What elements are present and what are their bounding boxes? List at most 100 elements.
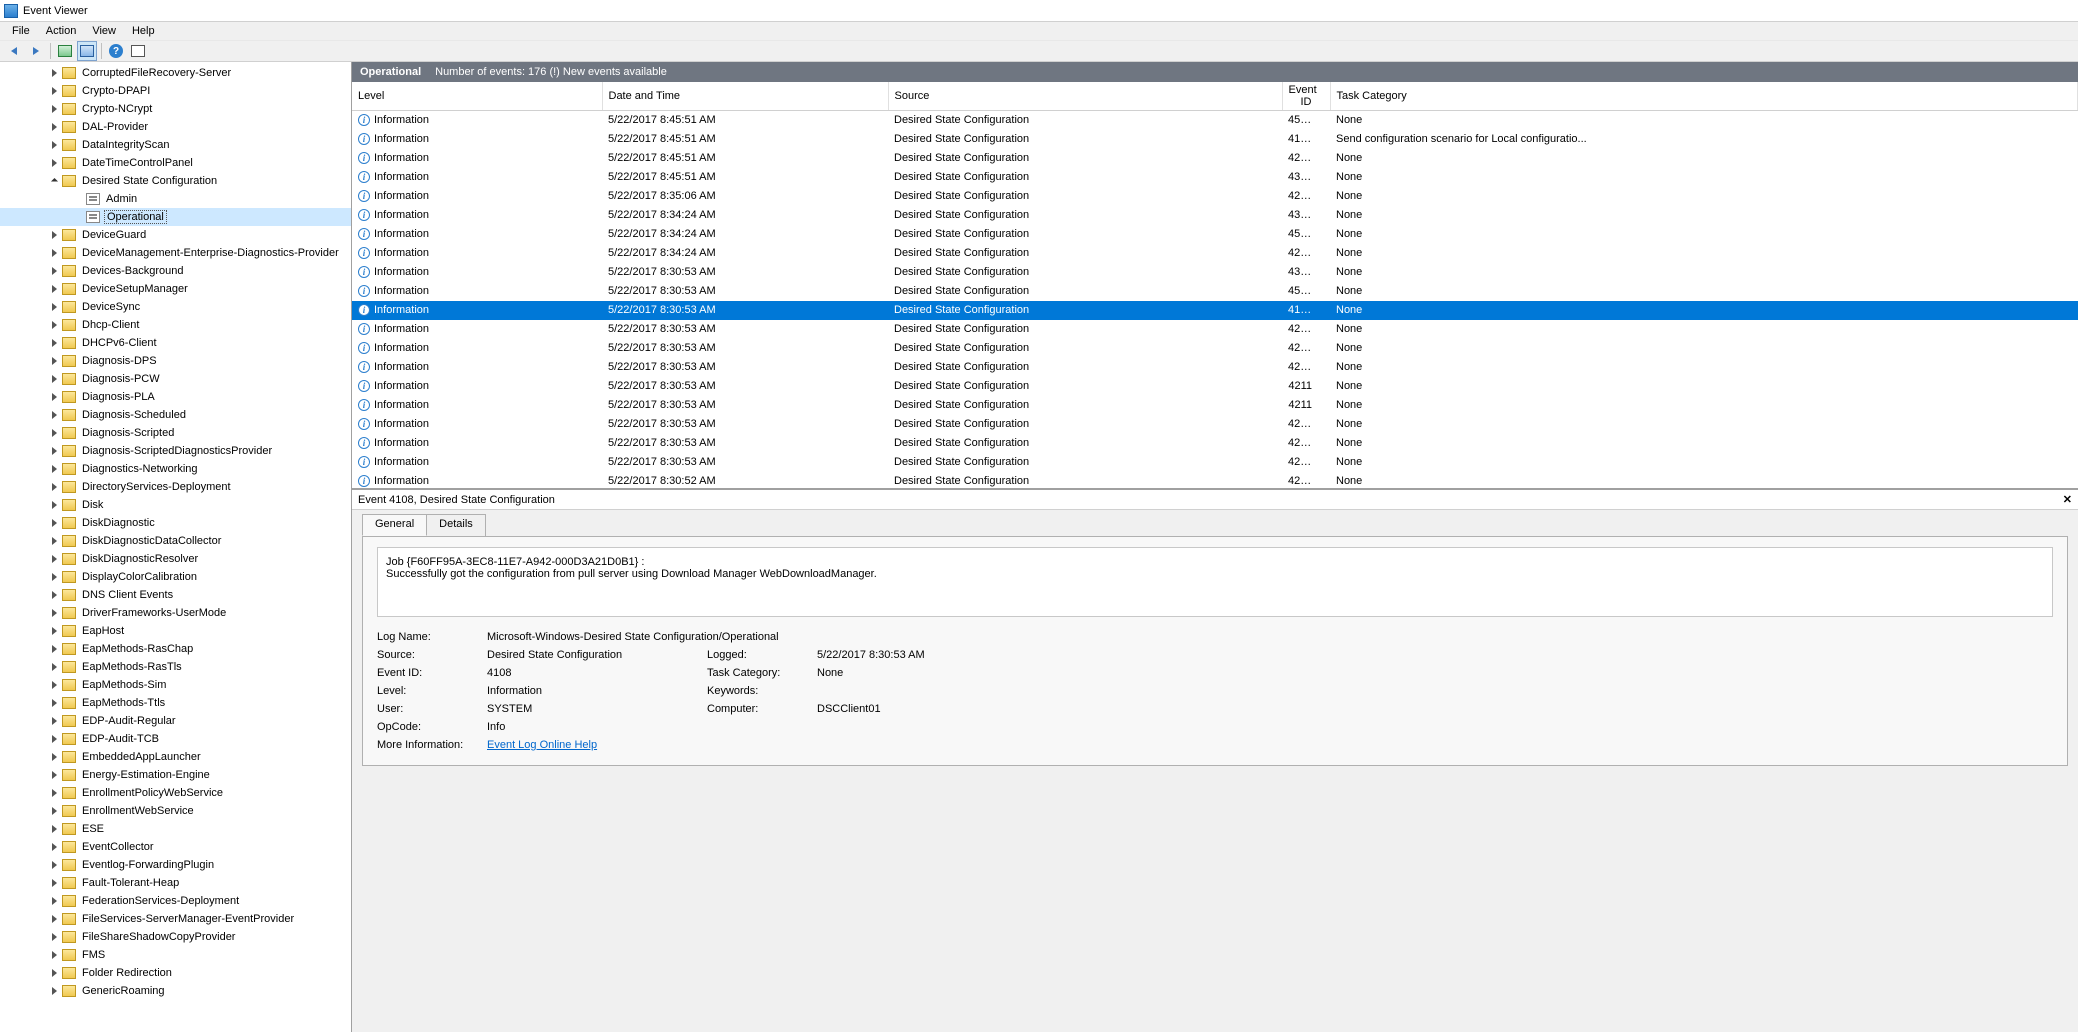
properties-button[interactable] [77,41,97,61]
tree-item[interactable]: EapMethods-RasTls [0,658,351,676]
table-row[interactable]: iInformation5/22/2017 8:30:53 AMDesired … [352,320,2078,339]
expand-icon[interactable] [48,391,60,403]
tree-item[interactable]: Energy-Estimation-Engine [0,766,351,784]
tree-item[interactable]: Desired State Configuration [0,172,351,190]
expand-icon[interactable] [48,607,60,619]
expand-icon[interactable] [48,337,60,349]
forward-button[interactable] [26,41,46,61]
tree-item[interactable]: EDP-Audit-TCB [0,730,351,748]
tree-item[interactable]: EapMethods-Ttls [0,694,351,712]
expand-icon[interactable] [48,679,60,691]
expand-icon[interactable] [48,535,60,547]
tree-item[interactable]: DeviceSetupManager [0,280,351,298]
expand-icon[interactable] [48,229,60,241]
expand-icon[interactable] [48,913,60,925]
table-row[interactable]: iInformation5/22/2017 8:45:51 AMDesired … [352,111,2078,130]
help-button[interactable]: ? [106,41,126,61]
tree-item[interactable]: EDP-Audit-Regular [0,712,351,730]
table-row[interactable]: iInformation5/22/2017 8:34:24 AMDesired … [352,244,2078,263]
tree-item[interactable]: DriverFrameworks-UserMode [0,604,351,622]
menu-action[interactable]: Action [38,24,85,38]
tree-item[interactable]: Eventlog-ForwardingPlugin [0,856,351,874]
table-row[interactable]: iInformation5/22/2017 8:30:53 AMDesired … [352,263,2078,282]
expand-icon[interactable] [48,643,60,655]
col-source[interactable]: Source [888,82,1282,111]
tree-item[interactable]: Dhcp-Client [0,316,351,334]
expand-icon[interactable] [48,157,60,169]
expand-icon[interactable] [48,823,60,835]
tree-item[interactable]: DisplayColorCalibration [0,568,351,586]
table-row[interactable]: iInformation5/22/2017 8:30:53 AMDesired … [352,301,2078,320]
expand-icon[interactable] [48,805,60,817]
expand-icon[interactable] [48,571,60,583]
tree-item[interactable]: DNS Client Events [0,586,351,604]
expand-icon[interactable] [48,751,60,763]
menu-view[interactable]: View [84,24,124,38]
tree-item[interactable]: FederationServices-Deployment [0,892,351,910]
expand-icon[interactable] [48,625,60,637]
tree-item[interactable]: DHCPv6-Client [0,334,351,352]
expand-icon[interactable] [48,373,60,385]
col-taskcat[interactable]: Task Category [1330,82,2078,111]
expand-icon[interactable] [48,895,60,907]
expand-icon[interactable] [48,949,60,961]
tree-item[interactable]: DeviceSync [0,298,351,316]
collapse-icon[interactable] [48,175,60,187]
tree-item[interactable]: DiskDiagnosticResolver [0,550,351,568]
table-row[interactable]: iInformation5/22/2017 8:35:06 AMDesired … [352,187,2078,206]
expand-icon[interactable] [48,355,60,367]
table-row[interactable]: iInformation5/22/2017 8:45:51 AMDesired … [352,168,2078,187]
expand-icon[interactable] [48,985,60,997]
expand-icon[interactable] [48,769,60,781]
tree-item[interactable]: Diagnosis-PLA [0,388,351,406]
tree-item[interactable]: Devices-Background [0,262,351,280]
events-table-wrap[interactable]: Level Date and Time Source Event ID Task… [352,82,2078,490]
tree-item[interactable]: DateTimeControlPanel [0,154,351,172]
expand-icon[interactable] [48,247,60,259]
expand-icon[interactable] [48,931,60,943]
tree-item[interactable]: DeviceGuard [0,226,351,244]
expand-icon[interactable] [48,787,60,799]
tree-item[interactable]: GenericRoaming [0,982,351,1000]
tree-item[interactable]: Diagnosis-ScriptedDiagnosticsProvider [0,442,351,460]
close-detail-button[interactable]: ✕ [2063,493,2072,506]
expand-icon[interactable] [48,409,60,421]
tree-item[interactable]: EnrollmentPolicyWebService [0,784,351,802]
tree-pane[interactable]: CorruptedFileRecovery-ServerCrypto-DPAPI… [0,62,352,1032]
table-row[interactable]: iInformation5/22/2017 8:45:51 AMDesired … [352,130,2078,149]
expand-icon[interactable] [48,67,60,79]
tree-item[interactable]: EventCollector [0,838,351,856]
tree-item[interactable]: Diagnosis-DPS [0,352,351,370]
table-row[interactable]: iInformation5/22/2017 8:30:53 AMDesired … [352,282,2078,301]
expand-icon[interactable] [48,85,60,97]
table-row[interactable]: iInformation5/22/2017 8:30:52 AMDesired … [352,472,2078,491]
col-eventid[interactable]: Event ID [1282,82,1330,111]
tree-item[interactable]: Crypto-DPAPI [0,82,351,100]
tree-item[interactable]: ESE [0,820,351,838]
table-row[interactable]: iInformation5/22/2017 8:30:53 AMDesired … [352,396,2078,415]
expand-icon[interactable] [48,841,60,853]
expand-icon[interactable] [48,877,60,889]
expand-icon[interactable] [48,517,60,529]
table-row[interactable]: iInformation5/22/2017 8:30:53 AMDesired … [352,339,2078,358]
expand-icon[interactable] [48,319,60,331]
tree-item[interactable]: Folder Redirection [0,964,351,982]
tree-item[interactable]: EapMethods-Sim [0,676,351,694]
expand-icon[interactable] [48,589,60,601]
expand-icon[interactable] [48,283,60,295]
expand-icon[interactable] [48,499,60,511]
expand-icon[interactable] [48,661,60,673]
tree-item[interactable]: Disk [0,496,351,514]
tree-item[interactable]: Diagnosis-Scripted [0,424,351,442]
expand-icon[interactable] [48,859,60,871]
tree-item[interactable]: Admin [0,190,351,208]
expand-icon[interactable] [48,265,60,277]
col-datetime[interactable]: Date and Time [602,82,888,111]
expand-icon[interactable] [48,427,60,439]
table-row[interactable]: iInformation5/22/2017 8:34:24 AMDesired … [352,206,2078,225]
expand-icon[interactable] [48,715,60,727]
tree-item[interactable]: FMS [0,946,351,964]
more-info-link[interactable]: Event Log Online Help [487,739,597,751]
tree-item[interactable]: FileShareShadowCopyProvider [0,928,351,946]
tree-item[interactable]: EmbeddedAppLauncher [0,748,351,766]
